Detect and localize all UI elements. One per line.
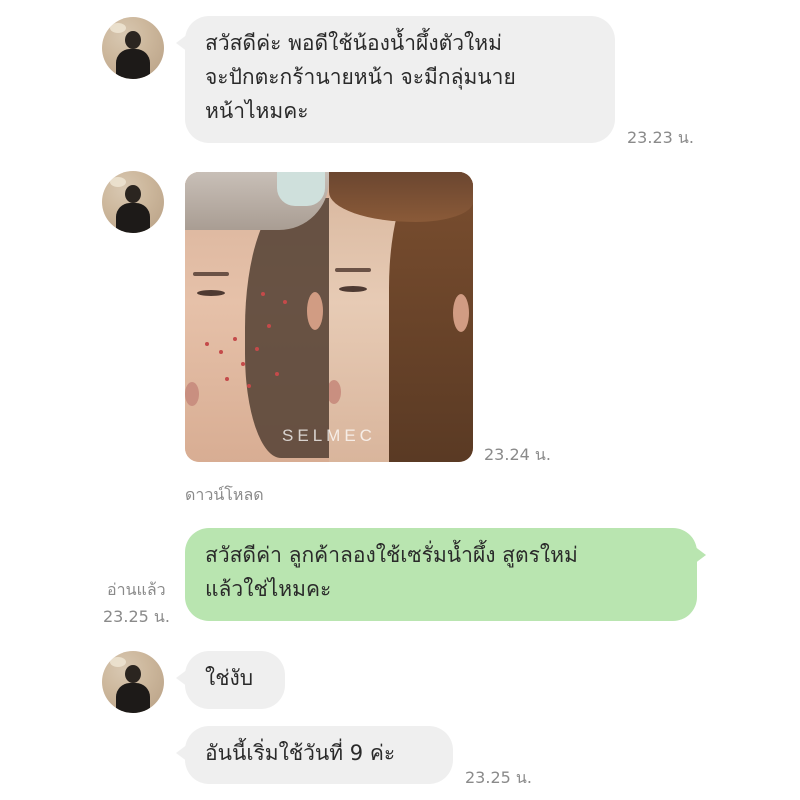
avatar-head <box>125 31 141 49</box>
message-bubble-4[interactable]: ใช่งับ <box>176 651 285 709</box>
photo-ear <box>453 294 469 332</box>
message-5-timestamp: 23.25 น. <box>465 768 532 787</box>
photo-acne <box>261 292 265 296</box>
message-bubble-1[interactable]: สวัสดีค่ะ พอดีใช้น้องน้ำผึ้งตัวใหม่ จะปั… <box>176 16 615 143</box>
photo-brow <box>193 272 229 276</box>
photo-acne <box>225 377 229 381</box>
avatar[interactable] <box>102 17 164 79</box>
photo-acne <box>205 342 209 346</box>
photo-lip <box>329 380 341 404</box>
photo-acne <box>283 300 287 304</box>
avatar[interactable] <box>102 171 164 233</box>
message-1-timestamp: 23.23 น. <box>627 128 694 147</box>
message-bubble-3[interactable]: สวัสดีค่า ลูกค้าลองใช้เซรั่มน้ำผึ้ง สูตร… <box>185 528 706 621</box>
message-3-line-1: สวัสดีค่า ลูกค้าลองใช้เซรั่มน้ำผึ้ง สูตร… <box>205 543 578 567</box>
avatar-light <box>110 177 126 187</box>
photo-eye <box>197 290 225 296</box>
message-2-timestamp: 23.24 น. <box>484 445 551 464</box>
message-3-line-2: แล้วใช่ไหมคะ <box>205 577 332 601</box>
message-5-text: อันนี้เริ่มใช้วันที่ 9 ค่ะ <box>205 741 396 765</box>
avatar-body <box>116 49 150 79</box>
message-4-text: ใช่งับ <box>205 666 254 690</box>
photo-ear <box>307 292 323 330</box>
message-1-line-3: หน้าไหมคะ <box>205 99 309 123</box>
photo-acne <box>233 337 237 341</box>
photo-device <box>277 172 325 206</box>
avatar[interactable] <box>102 651 164 713</box>
photo-eye <box>339 286 367 292</box>
avatar-head <box>125 185 141 203</box>
photo-before <box>185 172 329 462</box>
photo-acne <box>241 362 245 366</box>
avatar-head <box>125 665 141 683</box>
photo-brow <box>335 268 371 272</box>
photo-acne <box>247 384 251 388</box>
message-3-timestamp: 23.25 น. <box>103 607 170 626</box>
avatar-light <box>110 657 126 667</box>
photo-lip <box>185 382 199 406</box>
photo-watermark: SELMEC <box>282 426 376 445</box>
read-receipt: อ่านแล้ว <box>107 580 166 599</box>
photo-after <box>329 172 473 462</box>
avatar-body <box>116 683 150 713</box>
photo-acne <box>267 324 271 328</box>
photo-acne <box>255 347 259 351</box>
photo-acne <box>219 350 223 354</box>
download-link[interactable]: ดาวน์โหลด <box>185 483 264 508</box>
photo-hair-top <box>329 172 473 222</box>
message-1-line-1: สวัสดีค่ะ พอดีใช้น้องน้ำผึ้งตัวใหม่ <box>205 31 502 55</box>
avatar-light <box>110 23 126 33</box>
message-bubble-5[interactable]: อันนี้เริ่มใช้วันที่ 9 ค่ะ <box>176 726 453 784</box>
photo-acne <box>275 372 279 376</box>
message-1-line-2: จะปักตะกร้านายหน้า จะมีกลุ่มนาย <box>205 65 516 89</box>
message-photo[interactable]: SELMEC <box>185 172 473 462</box>
avatar-body <box>116 203 150 233</box>
